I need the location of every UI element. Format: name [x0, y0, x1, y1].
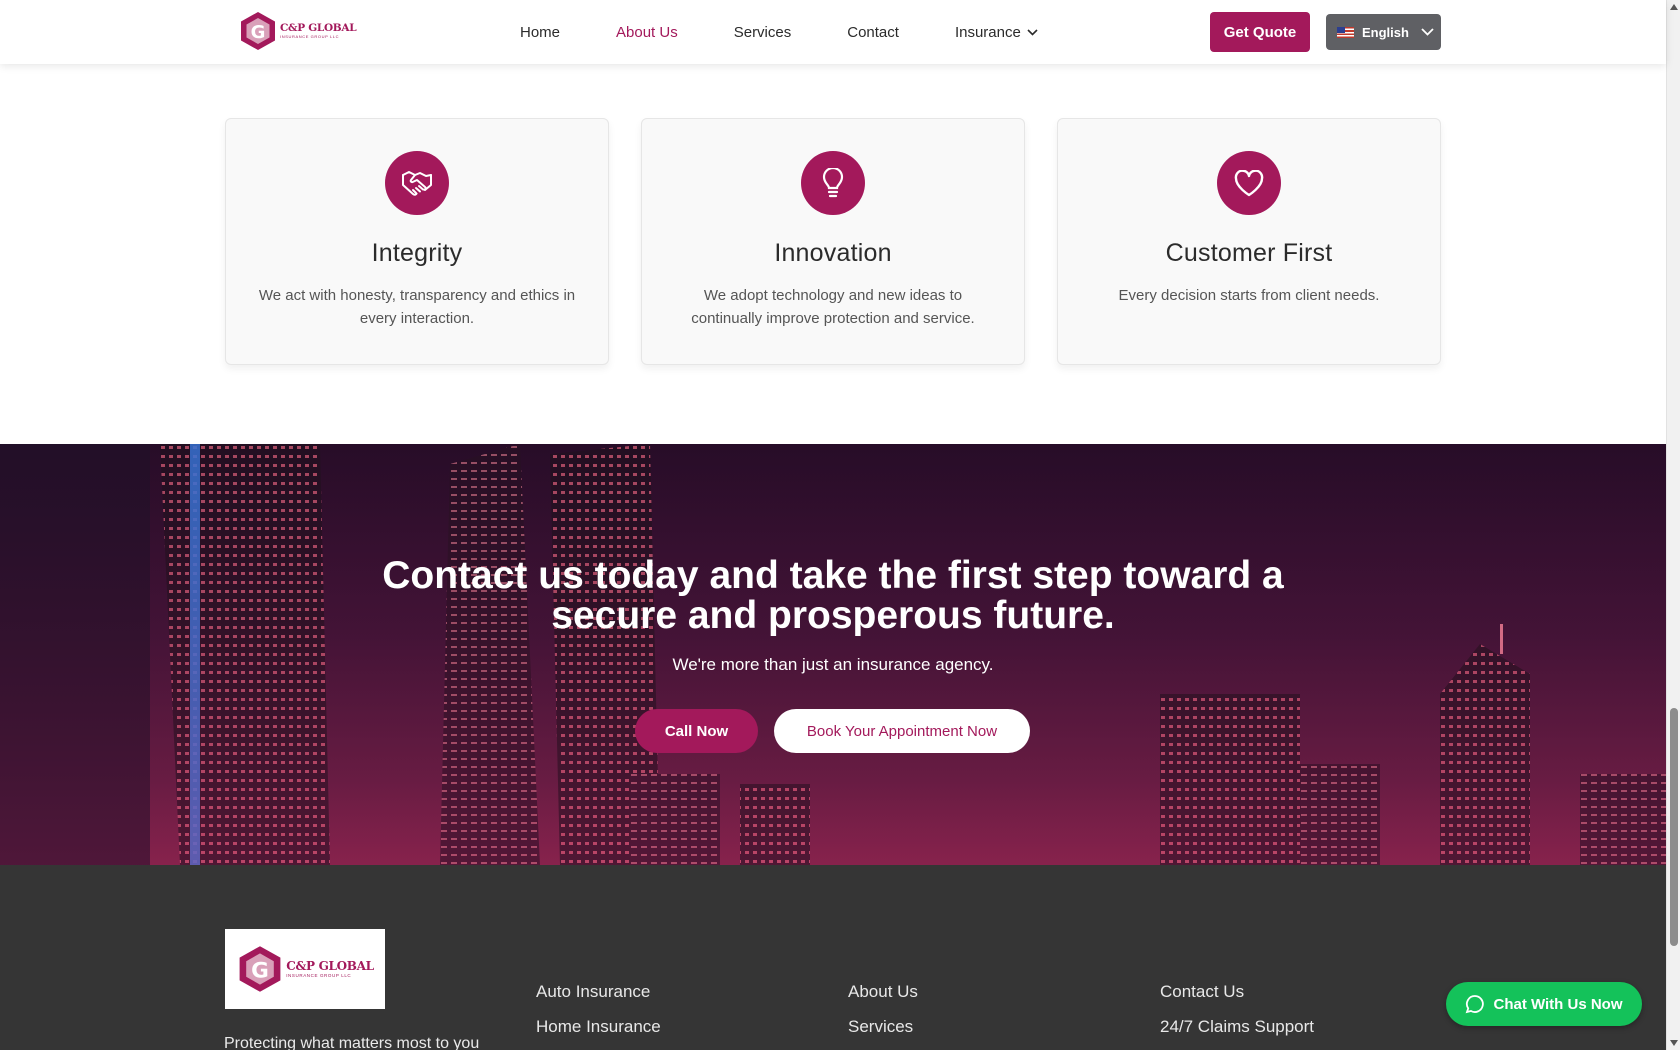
card-text: We act with honesty, transparency and et…: [258, 287, 576, 327]
footer-column-company: About Us Services: [848, 982, 918, 1050]
header-logo[interactable]: G C&P GLOBAL INSURANCE GROUP LLC: [238, 11, 357, 51]
value-card-integrity: Integrity We act with honesty, transpare…: [225, 118, 609, 365]
scrollbar-thumb[interactable]: [1670, 708, 1678, 946]
card-title: Integrity: [371, 239, 463, 267]
footer-link-about-us[interactable]: About Us: [848, 982, 918, 1002]
main-nav: Home About Us Services Contact Insurance: [520, 0, 1094, 64]
page-scrollbar[interactable]: [1666, 0, 1680, 1050]
get-quote-button[interactable]: Get Quote: [1210, 12, 1310, 52]
footer-link-claims-support[interactable]: 24/7 Claims Support: [1160, 1017, 1314, 1037]
chat-bubble-icon: [1466, 995, 1485, 1014]
contact-cta-banner: Contact us today and take the first step…: [0, 444, 1666, 865]
footer-link-home-insurance[interactable]: Home Insurance: [536, 1017, 661, 1037]
site-footer: G C&P GLOBAL INSURANCE GROUP LLC Protect…: [0, 865, 1666, 1050]
logo-name: C&P GLOBAL: [280, 21, 357, 34]
value-card-innovation: Innovation We adopt technology and new i…: [641, 118, 1025, 365]
svg-text:G: G: [251, 22, 266, 43]
card-title: Customer First: [1165, 239, 1333, 267]
logo-tagline: INSURANCE GROUP LLC: [286, 972, 352, 978]
us-flag-icon: [1337, 26, 1354, 38]
footer-link-services[interactable]: Services: [848, 1017, 918, 1037]
nav-contact[interactable]: Contact: [847, 24, 899, 41]
logo-name: C&P GLOBAL: [286, 958, 374, 973]
nav-about-us[interactable]: About Us: [616, 24, 678, 41]
nav-home[interactable]: Home: [520, 24, 560, 41]
language-selector[interactable]: English: [1326, 14, 1441, 50]
svg-text:G: G: [251, 958, 269, 983]
logo-icon: G: [238, 11, 278, 51]
cta-heading-line-2: secure and prosperous future.: [551, 594, 1115, 637]
card-text: Every decision starts from client needs.: [1118, 287, 1380, 304]
footer-link-auto-insurance[interactable]: Auto Insurance: [536, 982, 661, 1002]
footer-tagline: Protecting what matters most to you: [224, 1035, 480, 1050]
language-label: English: [1362, 24, 1409, 40]
value-card-customer-first: Customer First Every decision starts fro…: [1057, 118, 1441, 365]
footer-logo[interactable]: G C&P GLOBAL INSURANCE GROUP LLC: [225, 929, 385, 1009]
cta-heading: Contact us today and take the first step…: [0, 556, 1666, 636]
footer-link-contact-us[interactable]: Contact Us: [1160, 982, 1314, 1002]
card-title: Innovation: [774, 239, 892, 267]
footer-column-insurance: Auto Insurance Home Insurance: [536, 982, 661, 1050]
chat-with-us-button[interactable]: Chat With Us Now: [1446, 982, 1642, 1026]
heart-icon: [1217, 151, 1281, 215]
nav-insurance-dropdown[interactable]: Insurance: [955, 24, 1038, 41]
scroll-down-icon[interactable]: [1670, 1040, 1678, 1046]
chevron-down-icon: [1421, 28, 1434, 36]
site-header: G C&P GLOBAL INSURANCE GROUP LLC Home Ab…: [0, 0, 1666, 64]
call-now-button[interactable]: Call Now: [635, 709, 758, 753]
chevron-down-icon: [1027, 28, 1038, 36]
cta-heading-line-1: Contact us today and take the first step…: [382, 554, 1284, 597]
logo-icon: G: [239, 946, 281, 992]
logo-tagline: INSURANCE GROUP LLC: [280, 34, 340, 40]
card-text: We adopt technology and new ideas to con…: [691, 287, 975, 327]
nav-insurance-label: Insurance: [954, 23, 1021, 41]
scroll-up-icon[interactable]: [1670, 4, 1678, 10]
chat-button-label: Chat With Us Now: [1493, 995, 1623, 1013]
cta-subtitle: We're more than just an insurance agency…: [672, 655, 994, 674]
lightbulb-icon: [801, 151, 865, 215]
footer-column-support: Contact Us 24/7 Claims Support: [1160, 982, 1314, 1050]
nav-services[interactable]: Services: [734, 24, 792, 41]
book-appointment-button[interactable]: Book Your Appointment Now: [774, 709, 1030, 753]
handshake-icon: [385, 151, 449, 215]
